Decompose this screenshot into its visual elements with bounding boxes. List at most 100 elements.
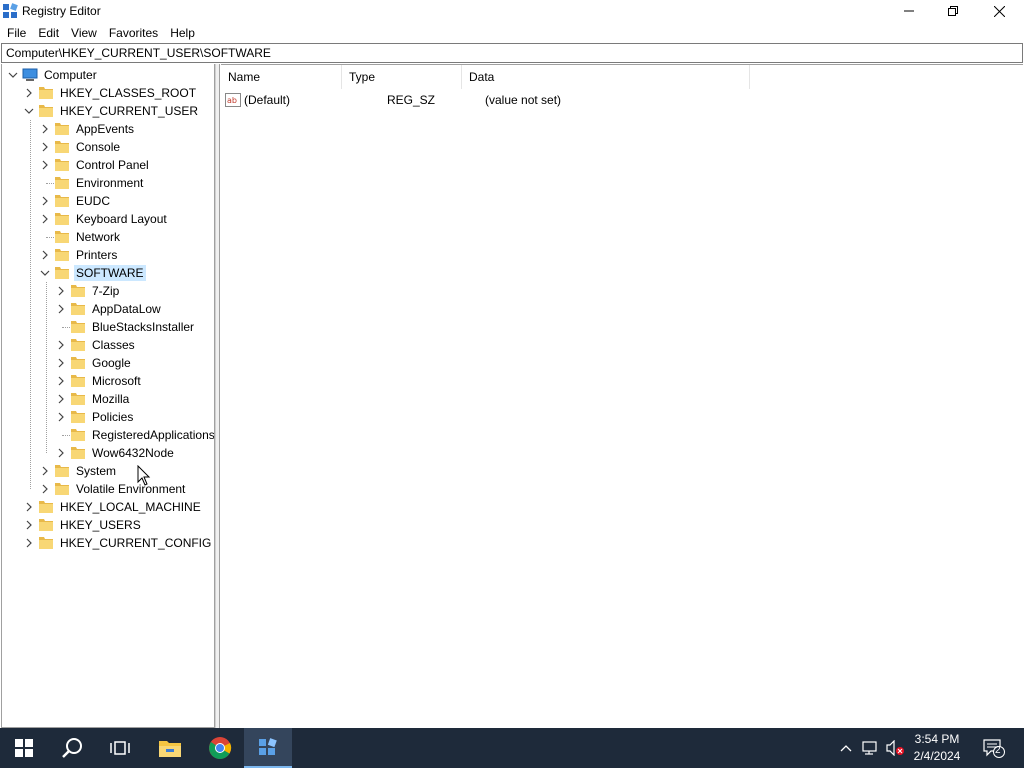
tree-node[interactable]: BlueStacksInstaller [70, 318, 196, 336]
chevron-right-icon[interactable] [40, 142, 50, 152]
volume-tray-button[interactable] [885, 738, 905, 758]
tree-node[interactable]: Environment [54, 174, 145, 192]
chevron-right-icon[interactable] [56, 448, 66, 458]
tree-node[interactable]: Volatile Environment [54, 480, 187, 498]
chevron-down-icon[interactable] [40, 268, 50, 278]
tree-node[interactable]: AppDataLow [70, 300, 163, 318]
chevron-right-icon[interactable] [40, 466, 50, 476]
network-icon [862, 741, 877, 755]
chevron-right-icon[interactable] [56, 376, 66, 386]
menu-favorites[interactable]: Favorites [103, 23, 164, 43]
windows-logo-icon [15, 739, 33, 757]
menu-view[interactable]: View [65, 23, 103, 43]
tree-node[interactable]: Google [70, 354, 133, 372]
tree-node[interactable]: Classes [70, 336, 137, 354]
menu-help[interactable]: Help [164, 23, 201, 43]
tree-node[interactable]: Policies [70, 408, 135, 426]
tree-node-selected[interactable]: SOFTWARE [54, 264, 146, 282]
tree-node[interactable]: 7-Zip [70, 282, 121, 300]
chevron-right-icon[interactable] [40, 196, 50, 206]
chevron-right-icon[interactable] [24, 88, 34, 98]
tree-node-label: RegisteredApplications [92, 428, 215, 442]
tree-node-label: Network [76, 230, 121, 244]
chevron-down-icon[interactable] [24, 106, 34, 116]
folder-icon [71, 339, 85, 351]
chevron-right-icon[interactable] [40, 484, 50, 494]
tree-node-hkey-local-machine[interactable]: HKEY_LOCAL_MACHINE [38, 498, 203, 516]
folder-icon [55, 465, 69, 477]
volume-muted-icon [886, 740, 904, 756]
tree-node-label: System [76, 464, 117, 478]
tree-node[interactable]: Keyboard Layout [54, 210, 169, 228]
column-header-type[interactable]: Type [342, 65, 462, 89]
tree-node[interactable]: Mozilla [70, 390, 131, 408]
tree-node[interactable]: RegisteredApplications [70, 426, 215, 444]
tree-node-hkey-classes-root[interactable]: HKEY_CLASSES_ROOT [38, 84, 198, 102]
pane-splitter[interactable] [215, 64, 220, 728]
notification-center-button[interactable]: 2 [982, 738, 1006, 758]
folder-icon [55, 231, 69, 243]
column-header-name[interactable]: Name [221, 65, 342, 89]
folder-icon [55, 483, 69, 495]
tree-node-hkey-current-config[interactable]: HKEY_CURRENT_CONFIG [38, 534, 213, 552]
tree-node[interactable]: Microsoft [70, 372, 143, 390]
column-header-data[interactable]: Data [462, 65, 750, 89]
chevron-right-icon[interactable] [56, 394, 66, 404]
task-view-icon [110, 741, 130, 755]
task-view-button[interactable] [96, 728, 144, 768]
tree-node-computer[interactable]: Computer [22, 66, 99, 84]
chevron-right-icon[interactable] [40, 124, 50, 134]
key-tree[interactable]: Computer HKEY_CLASSES_ROOT HKEY_CURRENT_US… [1, 64, 215, 728]
folder-icon [39, 519, 53, 531]
tree-node[interactable]: System [54, 462, 118, 480]
restore-button[interactable] [930, 0, 976, 22]
taskbar-registry-editor[interactable] [244, 728, 292, 768]
show-hidden-icons-button[interactable] [836, 738, 856, 758]
tree-node[interactable]: Console [54, 138, 122, 156]
tree-node[interactable]: EUDC [54, 192, 112, 210]
address-bar[interactable]: Computer\HKEY_CURRENT_USER\SOFTWARE [1, 43, 1023, 63]
tree-node[interactable]: Printers [54, 246, 119, 264]
chevron-right-icon[interactable] [56, 304, 66, 314]
chevron-right-icon[interactable] [40, 160, 50, 170]
tree-node[interactable]: Network [54, 228, 122, 246]
taskbar-chrome[interactable] [196, 728, 244, 768]
close-button[interactable] [976, 0, 1022, 22]
chevron-right-icon[interactable] [56, 412, 66, 422]
start-button[interactable] [0, 728, 48, 768]
chevron-right-icon[interactable] [24, 520, 34, 530]
tree-node-label: Keyboard Layout [76, 212, 167, 226]
folder-icon [71, 393, 85, 405]
chevron-down-icon[interactable] [8, 70, 18, 80]
taskbar-file-explorer[interactable] [146, 728, 194, 768]
taskbar-clock[interactable]: 3:54 PM 2/4/2024 [904, 731, 970, 765]
chevron-right-icon[interactable] [40, 214, 50, 224]
tree-node-label: 7-Zip [92, 284, 120, 298]
chevron-right-icon[interactable] [56, 340, 66, 350]
chevron-right-icon[interactable] [56, 286, 66, 296]
tree-node-hkey-users[interactable]: HKEY_USERS [38, 516, 143, 534]
tree-guide-line [46, 282, 47, 453]
list-item[interactable]: ab (Default) REG_SZ (value not set) [225, 91, 705, 109]
values-list[interactable]: Name Type Data ab (Default) REG_SZ (valu… [221, 64, 1023, 728]
menu-file[interactable]: File [0, 23, 32, 43]
tree-node-label: Classes [92, 338, 135, 352]
notification-count-badge: 2 [995, 745, 1001, 756]
tree-guide-line [62, 327, 70, 328]
menu-edit[interactable]: Edit [32, 23, 65, 43]
menu-bar: File Edit View Favorites Help [0, 23, 201, 43]
chevron-right-icon[interactable] [24, 502, 34, 512]
tree-node-label: Microsoft [92, 374, 141, 388]
tree-node-label: HKEY_CURRENT_USER [60, 104, 199, 118]
chevron-right-icon[interactable] [24, 538, 34, 548]
tree-node[interactable]: Wow6432Node [70, 444, 176, 462]
minimize-button[interactable] [886, 0, 932, 22]
chevron-right-icon[interactable] [56, 358, 66, 368]
chevron-right-icon[interactable] [40, 250, 50, 260]
tree-node[interactable]: Control Panel [54, 156, 151, 174]
network-tray-button[interactable] [861, 738, 881, 758]
tree-node[interactable]: AppEvents [54, 120, 136, 138]
search-button[interactable] [48, 728, 96, 768]
folder-icon [55, 195, 69, 207]
tree-node-hkey-current-user[interactable]: HKEY_CURRENT_USER [38, 102, 200, 120]
